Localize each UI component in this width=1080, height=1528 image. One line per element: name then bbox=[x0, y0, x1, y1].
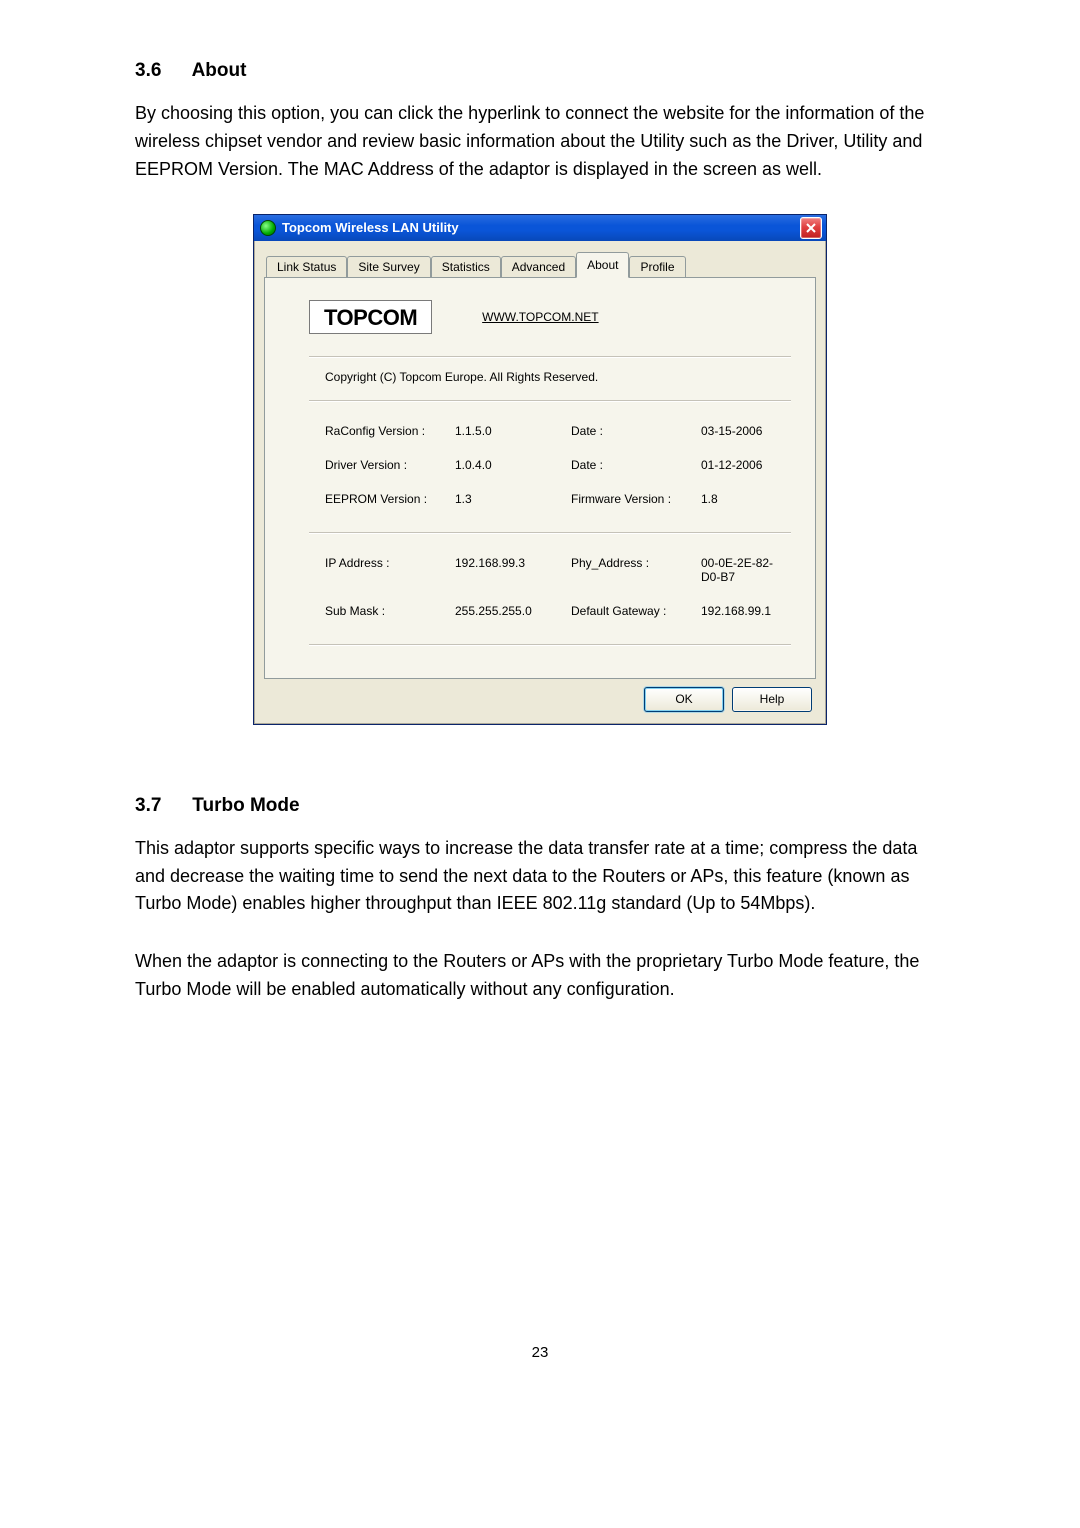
site-link[interactable]: WWW.TOPCOM.NET bbox=[482, 310, 598, 324]
utility-dialog: Topcom Wireless LAN Utility Link Status … bbox=[253, 214, 827, 725]
eeprom-version-value: 1.3 bbox=[455, 492, 571, 506]
info-row: IP Address : 192.168.99.3 Phy_Address : … bbox=[325, 546, 791, 594]
section-heading-turbo: 3.7 Turbo Mode bbox=[135, 795, 945, 817]
info-row: Sub Mask : 255.255.255.0 Default Gateway… bbox=[325, 594, 791, 628]
raconfig-date-label: Date : bbox=[571, 424, 701, 438]
ip-address-value: 192.168.99.3 bbox=[455, 556, 571, 584]
info-row: Driver Version : 1.0.4.0 Date : 01-12-20… bbox=[325, 448, 791, 482]
app-icon bbox=[260, 220, 276, 236]
section-title: Turbo Mode bbox=[192, 795, 299, 816]
raconfig-version-value: 1.1.5.0 bbox=[455, 424, 571, 438]
ip-address-label: IP Address : bbox=[325, 556, 455, 584]
phy-address-label: Phy_Address : bbox=[571, 556, 701, 584]
tab-panel-about: TOPCOM WWW.TOPCOM.NET Copyright (C) Topc… bbox=[264, 277, 816, 679]
section-heading-about: 3.6 About bbox=[135, 60, 945, 82]
section-paragraph: By choosing this option, you can click t… bbox=[135, 100, 945, 184]
version-info-grid: RaConfig Version : 1.1.5.0 Date : 03-15-… bbox=[325, 414, 791, 516]
brand-text: TOPCOM bbox=[324, 305, 417, 330]
phy-address-value: 00-0E-2E-82-D0-B7 bbox=[701, 556, 791, 584]
separator bbox=[309, 644, 791, 646]
firmware-version-value: 1.8 bbox=[701, 492, 791, 506]
driver-version-value: 1.0.4.0 bbox=[455, 458, 571, 472]
firmware-version-label: Firmware Version : bbox=[571, 492, 701, 506]
help-button[interactable]: Help bbox=[732, 687, 812, 712]
page-number: 23 bbox=[135, 1344, 945, 1361]
tab-site-survey[interactable]: Site Survey bbox=[347, 256, 430, 278]
tab-strip: Link Status Site Survey Statistics Advan… bbox=[266, 252, 816, 278]
section-title: About bbox=[192, 60, 247, 81]
info-row: EEPROM Version : 1.3 Firmware Version : … bbox=[325, 482, 791, 516]
gateway-value: 192.168.99.1 bbox=[701, 604, 791, 618]
raconfig-date-value: 03-15-2006 bbox=[701, 424, 791, 438]
brand-box: TOPCOM bbox=[309, 300, 432, 334]
submask-label: Sub Mask : bbox=[325, 604, 455, 618]
window-title: Topcom Wireless LAN Utility bbox=[282, 220, 459, 235]
tab-advanced[interactable]: Advanced bbox=[501, 256, 576, 278]
section-number: 3.6 bbox=[135, 60, 187, 82]
driver-date-value: 01-12-2006 bbox=[701, 458, 791, 472]
driver-date-label: Date : bbox=[571, 458, 701, 472]
section-paragraph: This adaptor supports specific ways to i… bbox=[135, 835, 945, 919]
network-info-grid: IP Address : 192.168.99.3 Phy_Address : … bbox=[325, 546, 791, 628]
driver-version-label: Driver Version : bbox=[325, 458, 455, 472]
tab-link-status[interactable]: Link Status bbox=[266, 256, 347, 278]
tab-about[interactable]: About bbox=[576, 252, 629, 278]
tab-statistics[interactable]: Statistics bbox=[431, 256, 501, 278]
close-icon bbox=[805, 222, 817, 234]
tab-profile[interactable]: Profile bbox=[629, 256, 685, 278]
submask-value: 255.255.255.0 bbox=[455, 604, 571, 618]
section-number: 3.7 bbox=[135, 795, 187, 817]
close-button[interactable] bbox=[800, 217, 822, 239]
info-row: RaConfig Version : 1.1.5.0 Date : 03-15-… bbox=[325, 414, 791, 448]
titlebar: Topcom Wireless LAN Utility bbox=[254, 215, 826, 241]
copyright-text: Copyright (C) Topcom Europe. All Rights … bbox=[325, 370, 791, 384]
eeprom-version-label: EEPROM Version : bbox=[325, 492, 455, 506]
separator bbox=[309, 400, 791, 402]
separator bbox=[309, 356, 791, 358]
raconfig-version-label: RaConfig Version : bbox=[325, 424, 455, 438]
gateway-label: Default Gateway : bbox=[571, 604, 701, 618]
section-paragraph: When the adaptor is connecting to the Ro… bbox=[135, 948, 945, 1004]
separator bbox=[309, 532, 791, 534]
ok-button[interactable]: OK bbox=[644, 687, 724, 712]
